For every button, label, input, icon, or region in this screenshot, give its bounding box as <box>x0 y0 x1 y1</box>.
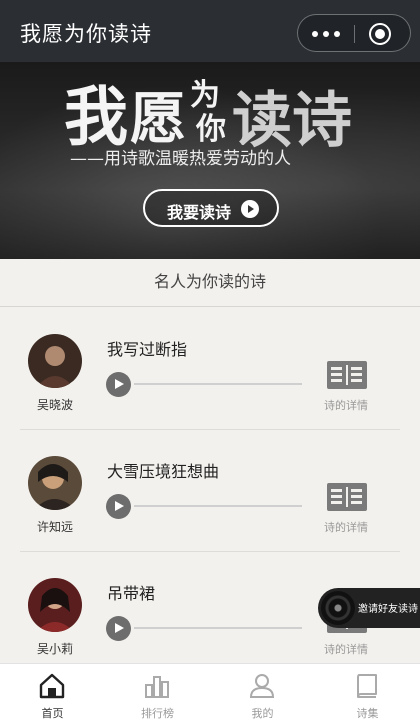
audio-progress-track[interactable] <box>134 627 302 629</box>
audio-progress-track[interactable] <box>134 383 302 385</box>
read-poem-button[interactable]: 我要读诗 <box>143 189 279 227</box>
vinyl-record-icon <box>321 591 355 625</box>
poem-detail-label[interactable]: 诗的详情 <box>324 519 368 535</box>
author-name: 吴小莉 <box>36 642 73 656</box>
audio-progress-track[interactable] <box>134 505 302 507</box>
tab-ranking[interactable]: 排行榜 <box>105 664 210 723</box>
play-audio-button[interactable] <box>106 372 131 397</box>
section-divider <box>0 306 420 307</box>
tab-mine[interactable]: 我的 <box>210 664 315 723</box>
banner-headline-char: 你 <box>196 112 226 147</box>
poem-list-item[interactable]: 吴晓波 我写过断指 诗的详情 <box>0 308 420 430</box>
section-title: 名人为你读的诗 <box>153 272 266 291</box>
poem-title: 吊带裙 <box>107 584 156 603</box>
poem-title: 我写过断指 <box>107 340 188 359</box>
poem-title: 大雪压境狂想曲 <box>107 462 220 481</box>
poem-detail-label[interactable]: 诗的详情 <box>324 397 368 413</box>
invite-friends-label: 邀请好友读诗 <box>358 604 418 615</box>
home-icon <box>39 673 65 699</box>
chart-icon <box>145 676 169 698</box>
tab-label: 首页 <box>41 707 64 720</box>
poem-detail-label[interactable]: 诗的详情 <box>324 641 368 657</box>
author-name: 许知远 <box>36 520 73 534</box>
tab-label: 诗集 <box>356 707 379 720</box>
navigation-bar: 我愿为你读诗 <box>0 0 420 62</box>
tab-poetry-collection[interactable]: 诗集 <box>315 664 420 723</box>
poem-detail-icon[interactable] <box>327 483 367 511</box>
invite-friends-button[interactable]: 邀请好友读诗 <box>318 588 420 628</box>
play-audio-button[interactable] <box>106 616 131 641</box>
author-avatar[interactable] <box>28 578 82 632</box>
page-title: 我愿为你读诗 <box>20 22 152 46</box>
close-mini-program-icon[interactable] <box>369 23 391 45</box>
play-audio-button[interactable] <box>106 494 131 519</box>
tab-label: 排行榜 <box>141 707 174 720</box>
poem-list-item[interactable]: 许知远 大雪压境狂想曲 诗的详情 <box>0 430 420 552</box>
tab-label: 我的 <box>251 707 274 720</box>
tab-home[interactable]: 首页 <box>0 664 105 723</box>
author-avatar[interactable] <box>28 334 82 388</box>
play-icon <box>241 200 259 218</box>
poem-detail-icon[interactable] <box>327 361 367 389</box>
banner-subtitle: ——用诗歌温暖热爱劳动的人 <box>70 149 291 169</box>
capsule-divider <box>354 25 355 43</box>
hero-banner: 我 愿 为 你 读诗 ——用诗歌温暖热爱劳动的人 我要读诗 <box>0 62 420 259</box>
mini-program-capsule <box>297 14 411 52</box>
more-icon[interactable] <box>310 23 342 43</box>
bottom-tab-bar: 首页 排行榜 我的 诗集 <box>0 663 420 723</box>
author-avatar[interactable] <box>28 456 82 510</box>
book-icon <box>357 674 377 698</box>
banner-headline-char: 愿 <box>130 86 186 152</box>
read-poem-button-label: 我要读诗 <box>167 203 232 222</box>
author-name: 吴晓波 <box>36 398 73 412</box>
user-icon <box>249 674 275 698</box>
